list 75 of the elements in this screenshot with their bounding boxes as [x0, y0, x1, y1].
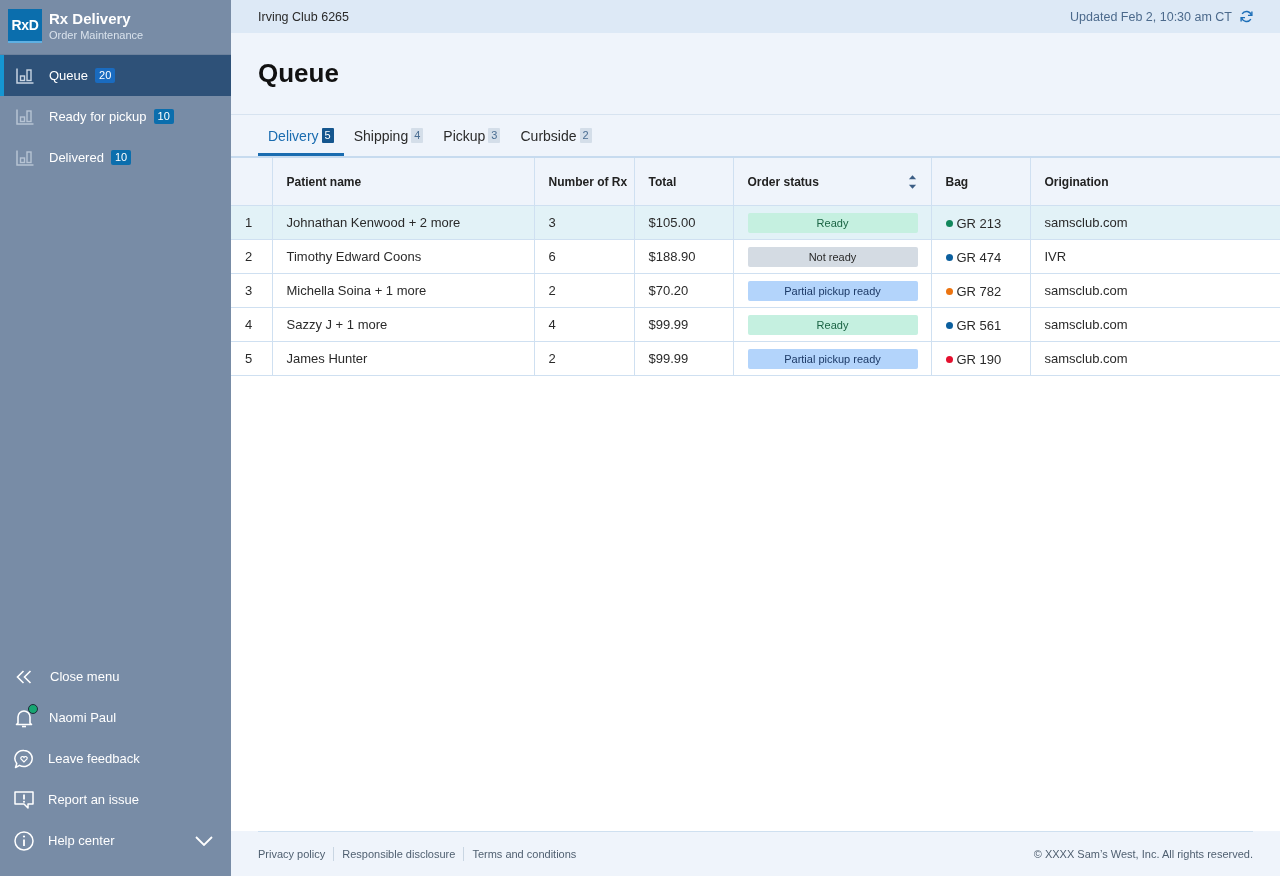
row-number: 4	[231, 307, 272, 342]
row-number: 3	[231, 273, 272, 308]
app-logo: RxD	[8, 9, 42, 43]
footer-link[interactable]: Privacy policy	[258, 847, 334, 861]
count-badge: 2	[579, 128, 592, 143]
bag-label: GR 474	[956, 249, 1002, 265]
info-icon	[14, 830, 34, 851]
store-location: Irving Club 6265	[258, 9, 350, 24]
table-cell: 3	[534, 205, 634, 240]
table-row[interactable]: 1 Johnathan Kenwood + 2 more 3 $105.00 Ready GR 213 samsclub.com	[231, 205, 1280, 240]
bag-label: GR 561	[956, 317, 1002, 333]
tab[interactable]: Pickup 3	[433, 115, 511, 156]
sort-icon[interactable]	[907, 172, 917, 191]
table-cell: 6	[534, 239, 634, 274]
order-status-tag: Not ready	[747, 246, 918, 267]
count-badge: 3	[488, 128, 501, 143]
table-cell: Michella Soina + 1 more	[272, 273, 534, 308]
table-cell: 4	[534, 307, 634, 342]
updated-time: Updated Feb 2, 10:30 am CT	[1070, 9, 1232, 24]
table-cell: $188.90	[634, 239, 733, 274]
double-chevron-left-icon	[16, 669, 32, 684]
count-badge: 20	[95, 68, 116, 83]
table-row[interactable]: 3 Michella Soina + 1 more 2 $70.20 Partial pickup ready GR 782 samsclub.com	[231, 273, 1280, 308]
row-number: 2	[231, 239, 272, 274]
table-cell: Timothy Edward Coons	[272, 239, 534, 274]
table-cell: James Hunter	[272, 341, 534, 376]
heart-speech-bubble-icon	[14, 748, 34, 769]
table-cell: Johnathan Kenwood + 2 more	[272, 205, 534, 240]
order-status-tag: Ready	[747, 212, 918, 233]
column-header: Total	[634, 158, 733, 206]
alert-message-icon	[14, 790, 34, 809]
nav-item[interactable]: Queue 20	[0, 55, 231, 96]
copyright-text: © XXXX Sam’s West, Inc. All rights reserved.	[1033, 848, 1253, 860]
bar-chart-icon	[16, 149, 34, 166]
bag-label: GR 213	[956, 215, 1002, 231]
table-row[interactable]: 4 Sazzy J + 1 more 4 $99.99 Ready GR 561 samsclub.com	[231, 307, 1280, 342]
count-badge: 4	[411, 128, 424, 143]
page-title: Queue	[258, 58, 339, 89]
table-cell: Sazzy J + 1 more	[272, 307, 534, 342]
tab[interactable]: Curbside 2	[510, 115, 602, 156]
table-cell: $105.00	[634, 205, 733, 240]
table-cell: $99.99	[634, 307, 733, 342]
count-badge: 10	[153, 109, 174, 124]
table-cell: samsclub.com	[1030, 205, 1280, 240]
column-header: Patient name	[272, 158, 534, 206]
column-header: Origination	[1030, 158, 1280, 206]
bell-icon	[15, 707, 33, 728]
app-subtitle: Order Maintenance	[49, 28, 144, 43]
table-row[interactable]: 2 Timothy Edward Coons 6 $188.90 Not ready GR 474 IVR	[231, 239, 1280, 274]
column-header: Number of Rx	[534, 158, 634, 206]
footer-link[interactable]: Terms and conditions	[463, 847, 585, 861]
order-status-tag: Partial pickup ready	[747, 348, 918, 369]
tab[interactable]: Shipping 4	[343, 115, 434, 156]
refresh-icon[interactable]	[1240, 10, 1253, 23]
bar-chart-icon	[16, 67, 34, 84]
row-number: 5	[231, 341, 272, 376]
table-cell: $70.20	[634, 273, 733, 308]
order-status-tag: Ready	[747, 314, 918, 335]
row-number: 1	[231, 205, 272, 240]
table-cell: 2	[534, 273, 634, 308]
footer-link[interactable]: Responsible disclosure	[333, 847, 464, 861]
table-cell: 2	[534, 341, 634, 376]
nav-item[interactable]: Delivered 10	[0, 137, 231, 178]
column-header[interactable]: Order status	[747, 174, 819, 189]
column-header: Bag	[931, 158, 1030, 206]
bar-chart-icon	[16, 108, 34, 125]
table-row[interactable]: 5 James Hunter 2 $99.99 Partial pickup ready GR 190 samsclub.com	[231, 341, 1280, 376]
bag-label: GR 190	[956, 351, 1002, 367]
table-cell: $99.99	[634, 341, 733, 376]
order-status-tag: Partial pickup ready	[747, 280, 918, 301]
nav-item[interactable]: Ready for pickup 10	[0, 96, 231, 137]
app-title: Rx Delivery	[49, 9, 132, 28]
bag-label: GR 782	[956, 283, 1002, 299]
count-badge: 10	[110, 150, 132, 165]
count-badge: 5	[321, 128, 334, 143]
